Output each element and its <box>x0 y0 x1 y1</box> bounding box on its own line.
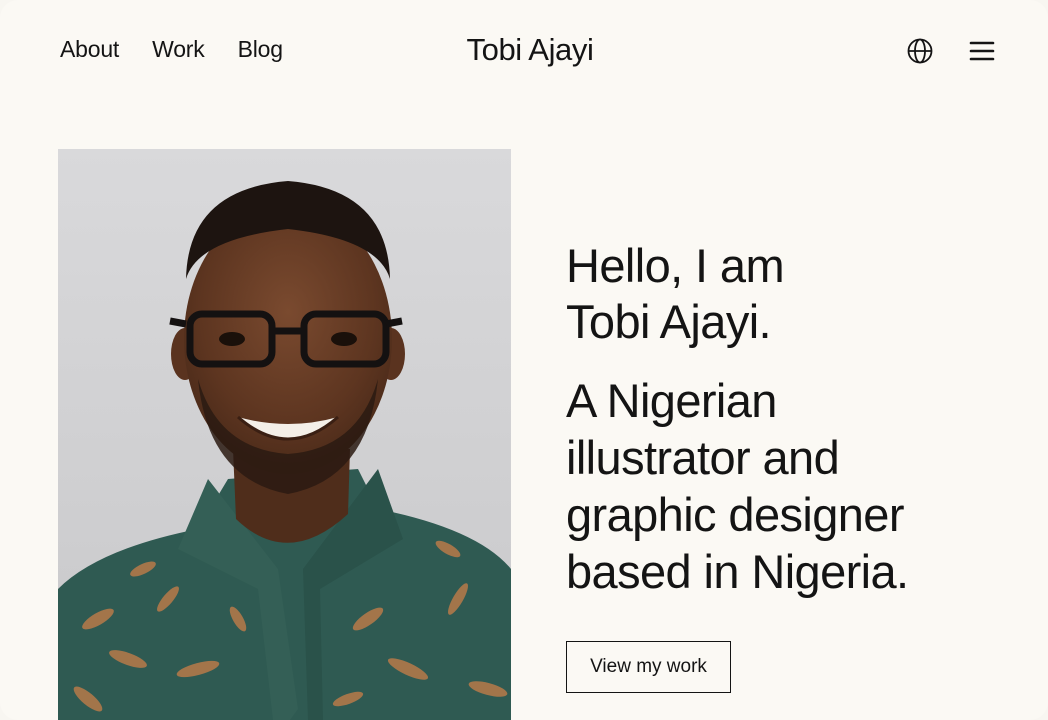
header-actions <box>906 37 996 65</box>
greeting-line-2: Tobi Ajayi. <box>566 295 772 348</box>
tagline-line-3: graphic designer <box>566 488 905 541</box>
hero-greeting: Hello, I am Tobi Ajayi. <box>566 238 1006 350</box>
view-my-work-button[interactable]: View my work <box>566 641 731 693</box>
hero-tagline: A Nigerian illustrator and graphic desig… <box>566 372 1006 600</box>
hero-text: Hello, I am Tobi Ajayi. A Nigerian illus… <box>566 238 1006 600</box>
globe-icon[interactable] <box>906 37 934 65</box>
tagline-line-1: A Nigerian <box>566 374 777 427</box>
hamburger-menu-icon[interactable] <box>968 37 996 65</box>
greeting-line-1: Hello, I am <box>566 239 785 292</box>
tagline-line-2: illustrator and <box>566 431 840 484</box>
tagline-line-4: based in Nigeria. <box>566 545 909 598</box>
page: About Work Blog Tobi Ajayi Hello, I am T… <box>0 0 1048 720</box>
site-title[interactable]: Tobi Ajayi <box>0 32 1048 68</box>
profile-photo <box>58 149 511 720</box>
